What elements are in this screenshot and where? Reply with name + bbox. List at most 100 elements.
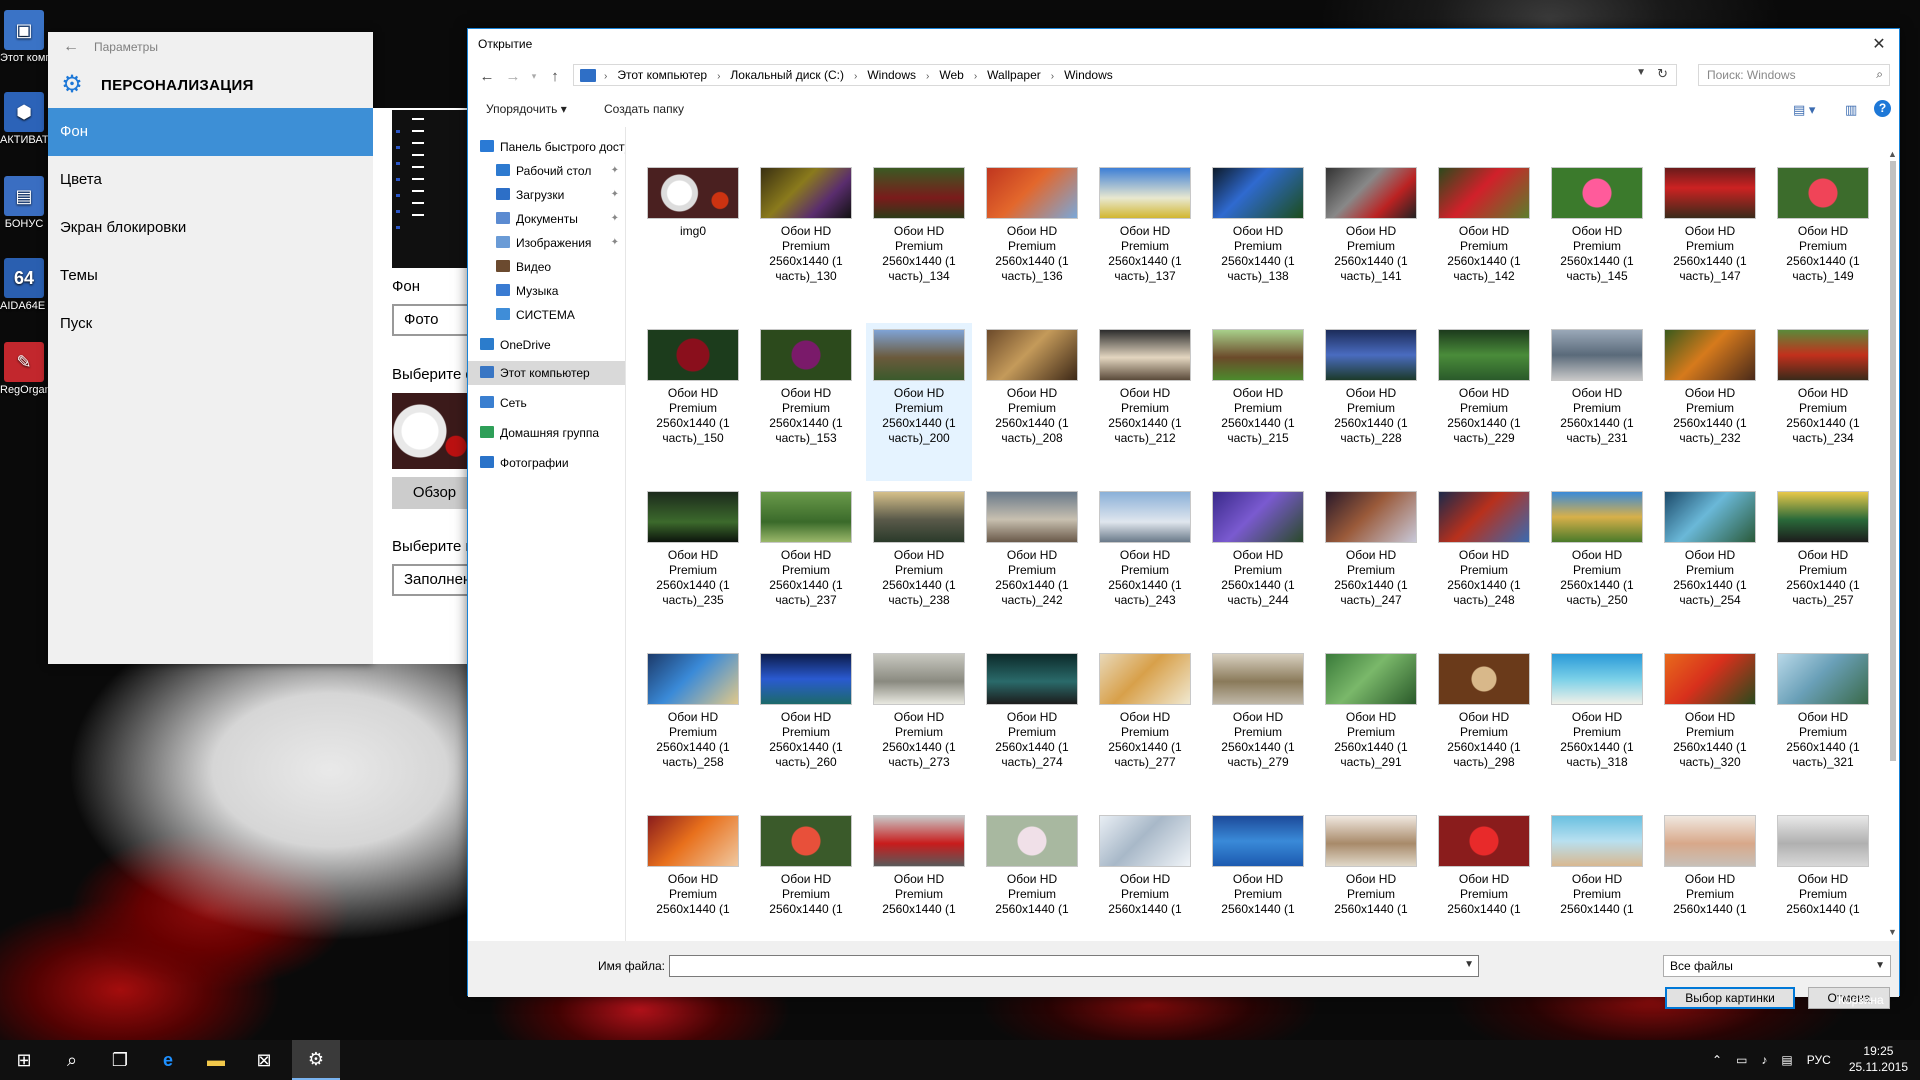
file-tile[interactable]: Обои HD Premium 2560x1440 (1 часть)_298 [1431,647,1537,797]
file-tile[interactable]: Обои HD Premium 2560x1440 (1 часть)_247 [1318,485,1424,635]
file-tile[interactable]: Обои HD Premium 2560x1440 (1 часть)_145 [1544,167,1650,311]
file-tile[interactable]: Обои HD Premium 2560x1440 (1 часть)_137 [1092,167,1198,311]
new-folder-button[interactable]: Создать папку [604,102,684,116]
notifications-icon[interactable]: ▤ [1781,1053,1792,1067]
file-tile[interactable]: Обои HD Premium 2560x1440 (1 часть)_248 [1431,485,1537,635]
desktop-icon[interactable]: ▣ Этот компьютер [0,10,48,65]
breadcrumb-item[interactable]: Этот компьютер [617,68,707,82]
file-tile[interactable]: Обои HD Premium 2560x1440 (1 часть)_147 [1657,167,1763,311]
desktop-icon[interactable]: ⬢ АКТИВАТОР [0,92,48,147]
clock[interactable]: 19:25 25.11.2015 [1849,1043,1908,1075]
breadcrumb-item[interactable]: Локальный диск (C:) [730,68,844,82]
help-icon[interactable]: ? [1874,100,1891,117]
nav-tree-item[interactable]: Видео [468,255,625,279]
file-tile[interactable]: Обои HD Premium 2560x1440 (1 [1770,809,1876,941]
filename-input[interactable]: ▼ [669,955,1479,977]
file-tile[interactable]: Обои HD Premium 2560x1440 (1 часть)_279 [1205,647,1311,797]
network-icon[interactable]: ▭ [1736,1053,1747,1067]
file-tile[interactable]: Обои HD Premium 2560x1440 (1 часть)_134 [866,167,972,311]
file-tile[interactable]: Обои HD Premium 2560x1440 (1 часть)_231 [1544,323,1650,473]
view-options-icon[interactable]: ▤ ▾ [1793,102,1815,118]
file-tile[interactable]: Обои HD Premium 2560x1440 (1 часть)_250 [1544,485,1650,635]
vertical-scrollbar[interactable]: ▲ ▼ [1886,149,1900,943]
file-tile[interactable]: Обои HD Premium 2560x1440 (1 часть)_141 [1318,167,1424,311]
recycle-bin-label[interactable]: Корзина [1838,993,1884,1007]
file-tile[interactable]: Обои HD Premium 2560x1440 (1 часть)_212 [1092,323,1198,473]
nav-tree-item[interactable]: Рабочий стол ✦ [468,159,625,183]
file-tile[interactable]: Обои HD Premium 2560x1440 (1 [1092,809,1198,941]
browse-button[interactable]: Обзор [392,477,477,509]
up-icon[interactable]: ↑ [542,68,568,85]
breadcrumb-item[interactable]: Web [939,68,963,82]
file-tile[interactable]: Обои HD Premium 2560x1440 (1 часть)_136 [979,167,1085,311]
file-tile[interactable]: Обои HD Premium 2560x1440 (1 часть)_142 [1431,167,1537,311]
background-select[interactable]: Фото [392,304,477,336]
chevron-down-icon[interactable]: ▼ [1636,67,1646,78]
file-tile[interactable]: Обои HD Premium 2560x1440 (1 часть)_237 [753,485,859,635]
store-icon[interactable]: ⊠ [240,1040,288,1080]
settings-nav-item[interactable]: Темы [48,252,373,300]
file-tile[interactable]: Обои HD Premium 2560x1440 (1 часть)_291 [1318,647,1424,797]
breadcrumb-separator-icon[interactable]: › [1051,71,1054,82]
scrollbar-thumb[interactable] [1890,161,1896,761]
nav-tree-item[interactable]: Фотографии [468,451,625,475]
file-tile[interactable]: Обои HD Premium 2560x1440 (1 часть)_260 [753,647,859,797]
file-tile[interactable]: Обои HD Premium 2560x1440 (1 часть)_130 [753,167,859,311]
file-tile[interactable]: Обои HD Premium 2560x1440 (1 [1205,809,1311,941]
nav-tree-item[interactable]: Домашняя группа [468,421,625,445]
nav-tree-item[interactable]: Сеть [468,391,625,415]
file-tile[interactable]: Обои HD Premium 2560x1440 (1 часть)_238 [866,485,972,635]
file-tile[interactable]: Обои HD Premium 2560x1440 (1 часть)_244 [1205,485,1311,635]
refresh-icon[interactable]: ↻ [1657,66,1668,82]
fit-select[interactable]: Заполнен [392,564,477,596]
recent-photo-thumbnail[interactable] [392,393,472,469]
file-tile[interactable]: Обои HD Premium 2560x1440 (1 часть)_243 [1092,485,1198,635]
nav-tree-item[interactable]: Панель быстрого доступа [468,135,625,159]
breadcrumb-separator-icon[interactable]: › [604,71,607,82]
file-tile[interactable]: Обои HD Premium 2560x1440 (1 [1318,809,1424,941]
settings-nav-item[interactable]: Фон [48,108,373,156]
close-icon[interactable]: ✕ [1859,34,1899,54]
nav-tree-item[interactable]: Загрузки ✦ [468,183,625,207]
task-view-icon[interactable]: ❐ [96,1040,144,1080]
edge-icon[interactable]: e [144,1040,192,1080]
search-input[interactable]: Поиск: Windows ⌕ [1698,64,1890,86]
file-tile[interactable]: Обои HD Premium 2560x1440 (1 часть)_150 [640,323,746,473]
file-tile[interactable]: Обои HD Premium 2560x1440 (1 часть)_254 [1657,485,1763,635]
file-tile[interactable]: Обои HD Premium 2560x1440 (1 часть)_274 [979,647,1085,797]
settings-icon[interactable]: ⚙ [292,1040,340,1080]
filetype-select[interactable]: Все файлы ▼ [1663,955,1891,977]
breadcrumb-item[interactable]: Windows [1064,68,1113,82]
preview-pane-icon[interactable]: ▥ [1845,102,1857,118]
breadcrumb-separator-icon[interactable]: › [974,71,977,82]
file-tile[interactable]: Обои HD Premium 2560x1440 (1 часть)_232 [1657,323,1763,473]
file-tile[interactable]: Обои HD Premium 2560x1440 (1 часть)_149 [1770,167,1876,311]
settings-nav-item[interactable]: Пуск [48,300,373,348]
file-tile[interactable]: Обои HD Premium 2560x1440 (1 часть)_228 [1318,323,1424,473]
desktop-icon[interactable]: 64 AIDA64E - ярлык [0,258,48,313]
file-tile[interactable]: Обои HD Premium 2560x1440 (1 [1657,809,1763,941]
file-tile[interactable]: Обои HD Premium 2560x1440 (1 часть)_273 [866,647,972,797]
forward-icon[interactable]: → [500,68,526,85]
file-tile[interactable]: Обои HD Premium 2560x1440 (1 часть)_235 [640,485,746,635]
file-tile[interactable]: Обои HD Premium 2560x1440 (1 часть)_138 [1205,167,1311,311]
file-tile[interactable]: Обои HD Premium 2560x1440 (1 часть)_277 [1092,647,1198,797]
file-tile[interactable]: Обои HD Premium 2560x1440 (1 часть)_153 [753,323,859,473]
desktop-icon[interactable]: ▤ БОНУС [0,176,48,231]
nav-tree-item[interactable]: СИСТЕМА [468,303,625,327]
scroll-up-icon[interactable]: ▲ [1888,149,1897,159]
file-tile[interactable]: Обои HD Premium 2560x1440 (1 часть)_234 [1770,323,1876,473]
file-tile[interactable]: Обои HD Premium 2560x1440 (1 [1431,809,1537,941]
breadcrumb-separator-icon[interactable]: › [854,71,857,82]
file-tile[interactable]: Обои HD Premium 2560x1440 (1 [866,809,972,941]
search-icon[interactable]: ⌕ [48,1040,96,1080]
nav-tree-item[interactable]: Музыка [468,279,625,303]
back-arrow-icon[interactable]: ← [48,38,94,56]
breadcrumb-separator-icon[interactable]: › [717,71,720,82]
settings-nav-item[interactable]: Цвета [48,156,373,204]
desktop-icon[interactable]: ✎ RegOrganizer - ярлык [0,342,48,397]
organize-button[interactable]: Упорядочить ▾ [486,102,567,116]
settings-nav-item[interactable]: Экран блокировки [48,204,373,252]
start-icon[interactable]: ⊞ [0,1040,48,1080]
file-tile[interactable]: Обои HD Premium 2560x1440 (1 часть)_321 [1770,647,1876,797]
